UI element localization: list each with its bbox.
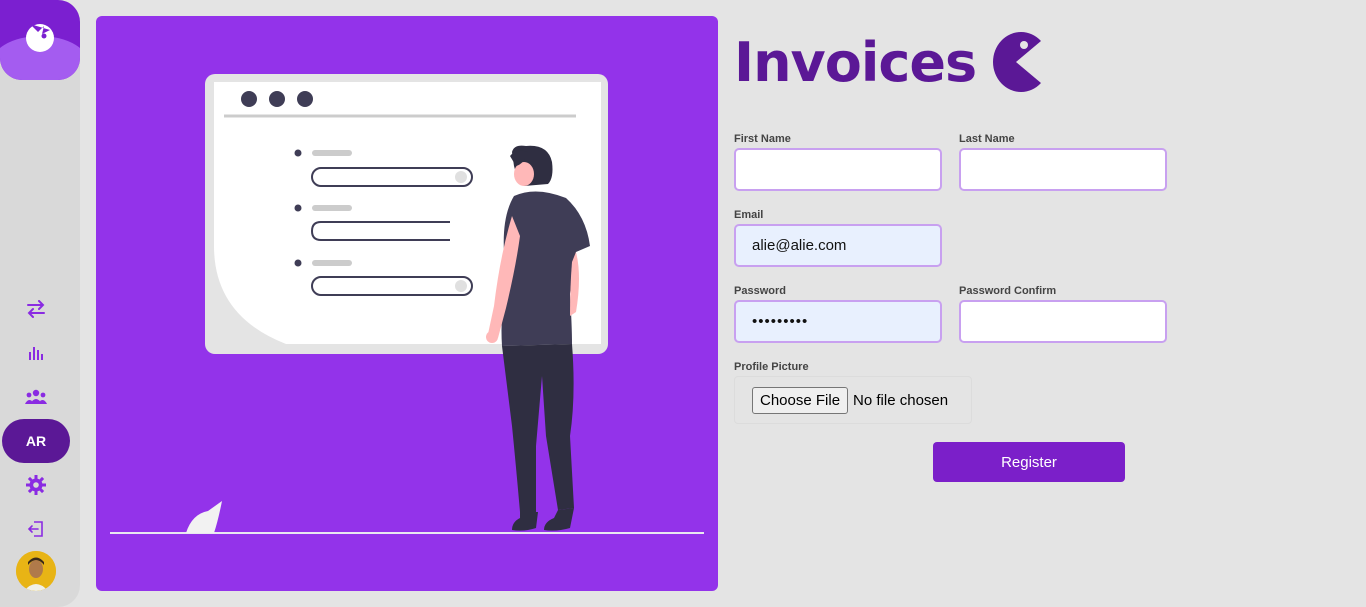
password-confirm-label: Password Confirm [959,285,1057,297]
sidebar: AR [0,0,80,607]
email-field[interactable] [734,224,942,267]
logo-mascot-icon [26,24,54,52]
page-title: Invoices [734,30,977,94]
bar-chart-icon[interactable] [22,339,50,367]
user-initials-button[interactable]: AR [2,419,70,463]
avatar[interactable] [16,551,56,591]
last-name-field[interactable] [959,148,1167,191]
brand-header: Invoices [734,26,1044,98]
pacman-logo-icon [993,32,1042,92]
user-initials-label: AR [25,433,47,449]
password-confirm-field[interactable] [959,300,1167,343]
app-logo[interactable] [0,0,80,80]
profile-picture-label: Profile Picture [734,361,809,373]
choose-file-button[interactable]: Choose File [752,386,849,414]
first-name-label: First Name [734,133,791,145]
password-field[interactable] [734,300,942,343]
first-name-field[interactable] [734,148,942,191]
person-form-illustration [110,74,704,534]
users-icon[interactable] [22,383,50,411]
logout-icon[interactable] [22,515,50,543]
profile-picture-input: Choose File No file chosen [734,376,972,424]
transfer-icon[interactable] [22,295,50,323]
email-label: Email [734,209,764,221]
file-status-text: No file chosen [853,391,949,409]
hero-illustration-panel [96,16,718,591]
password-label: Password [734,285,786,297]
gear-icon[interactable] [22,471,50,499]
last-name-label: Last Name [959,133,1015,145]
register-button[interactable]: Register [933,442,1125,482]
